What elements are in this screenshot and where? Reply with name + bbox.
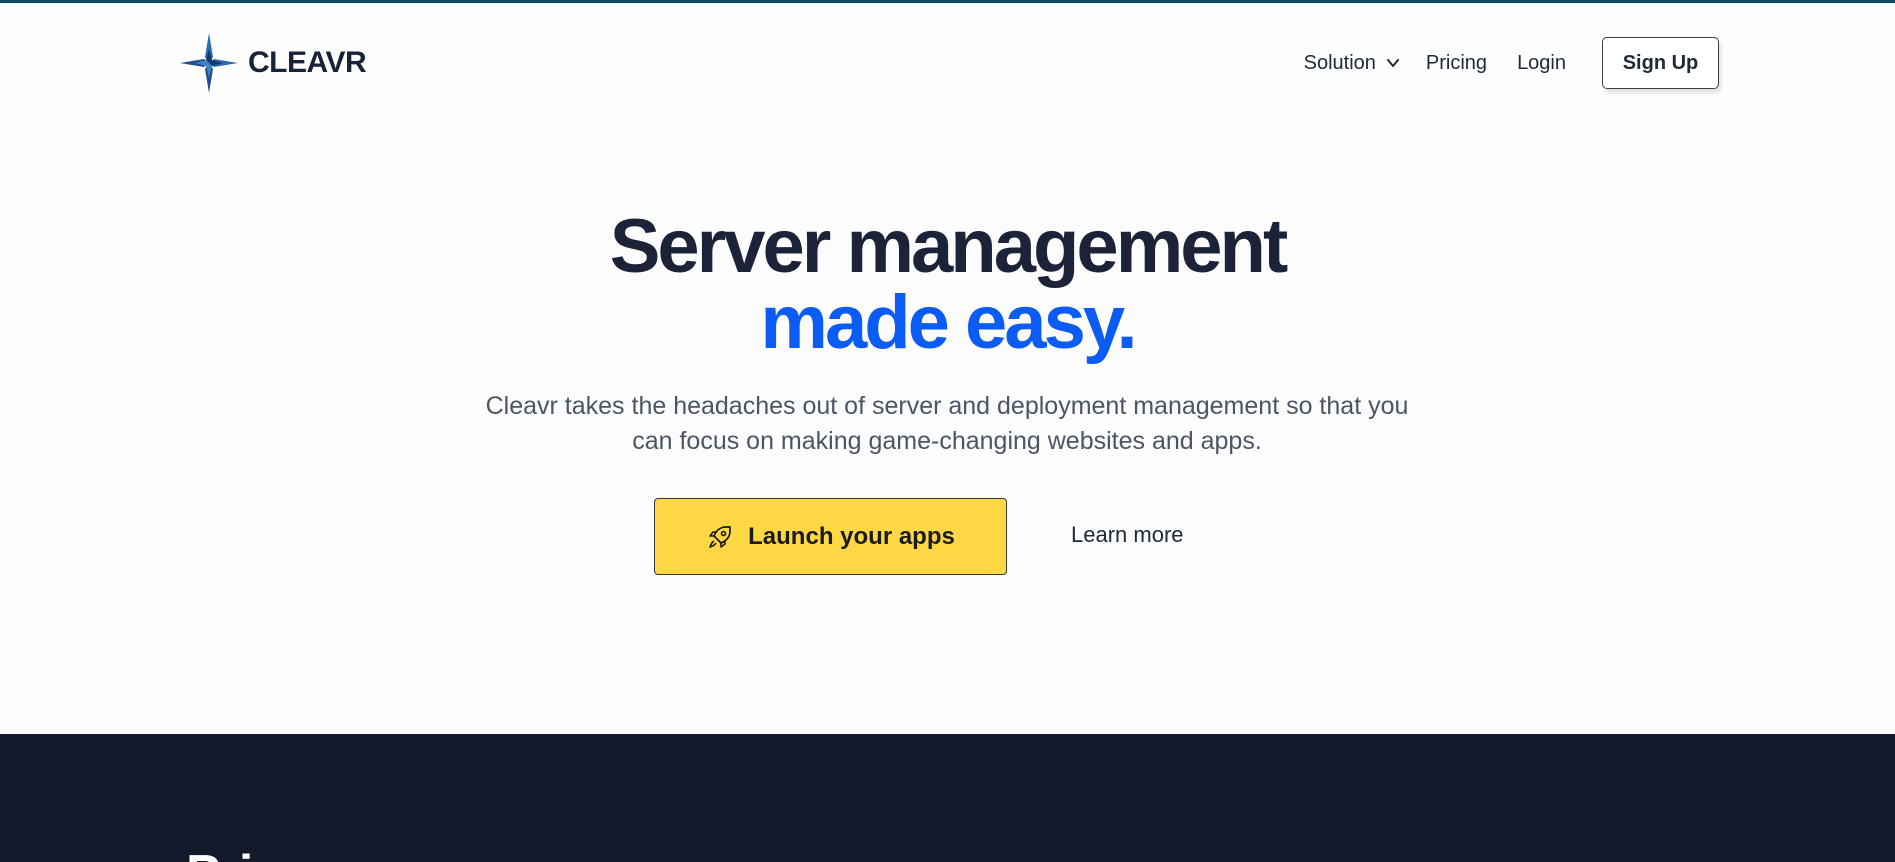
signup-button[interactable]: Sign Up [1602, 37, 1719, 89]
hero-subtitle-line1: Cleavr takes the headaches out of server… [485, 392, 1409, 420]
hero-section: Server management made easy. Cleavr take… [0, 121, 1895, 734]
chevron-down-icon [1386, 59, 1399, 67]
nav-pricing-link[interactable]: Pricing [1426, 52, 1487, 75]
hero-title: Server management [609, 204, 1289, 289]
rocket-icon [709, 525, 732, 548]
learn-more-link[interactable]: Learn more [1071, 522, 1184, 548]
brand-name: CLEAVR [248, 46, 367, 79]
main-nav: Solution Pricing Login Sign Up [1304, 37, 1719, 89]
nav-solution-label: Solution [1303, 51, 1376, 74]
nav-login-link[interactable]: Login [1517, 52, 1566, 75]
site-header: CLEAVR Solution Pricing Login Sign Up [0, 3, 1895, 121]
hero-subtitle: Cleavr takes the headaches out of server… [447, 389, 1447, 459]
logo-link[interactable]: CLEAVR [180, 33, 367, 93]
hero-subtitle-line2: can focus on making game-changing websit… [632, 427, 1262, 455]
launch-apps-button[interactable]: Launch your apps [654, 498, 1007, 575]
nav-solution-dropdown[interactable]: Solution [1304, 52, 1400, 75]
compass-star-icon [180, 33, 238, 93]
hero-title-accent: made easy. [760, 280, 1137, 365]
launch-apps-label: Launch your apps [748, 522, 955, 550]
pricing-section-preview: Pri [0, 734, 1895, 862]
section-heading-partial: Pri [186, 844, 253, 862]
